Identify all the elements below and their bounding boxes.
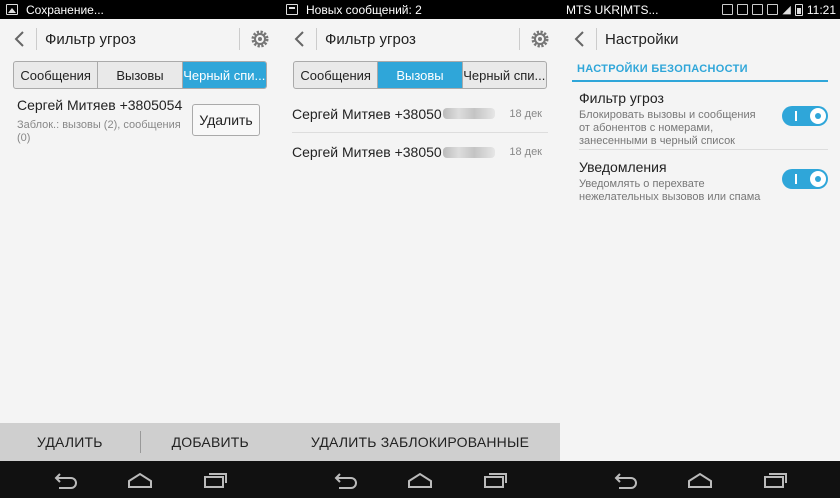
delete-all-button[interactable]: УДАЛИТЬ — [0, 434, 140, 450]
gear-icon[interactable] — [520, 19, 560, 59]
tab-calls[interactable]: Вызовы — [98, 62, 183, 88]
bottom-action-bar: УДАЛИТЬ ЗАБЛОКИРОВАННЫЕ — [280, 423, 560, 461]
tab-blacklist[interactable]: Черный спи... — [182, 62, 266, 88]
tab-calls[interactable]: Вызовы — [378, 62, 463, 88]
threat-filter-toggle[interactable] — [782, 106, 828, 126]
status-text: Сохранение... — [26, 2, 104, 17]
nav-back-icon[interactable] — [608, 468, 642, 492]
mail-icon — [752, 4, 764, 15]
redacted-number — [442, 108, 495, 119]
contact-name: Сергей Митяев +38050 — [292, 105, 442, 122]
divider — [316, 28, 317, 50]
nav-recents-icon[interactable] — [478, 468, 512, 492]
list-item[interactable]: Сергей Митяев +38050543 Заблок.: вызовы … — [17, 94, 266, 150]
setting-notifications[interactable]: Уведомления Уведомлять о перехвате нежел… — [579, 157, 828, 213]
delete-button[interactable]: Удалить — [192, 104, 260, 136]
status-bar: Сохранение... — [0, 0, 280, 19]
setting-title: Фильтр угроз — [579, 90, 664, 106]
status-text: Новых сообщений: 2 — [306, 2, 422, 17]
message-icon — [286, 4, 298, 15]
list-item[interactable]: Сергей Митяев +38050 18 дек — [292, 95, 548, 133]
blocked-summary: Заблок.: вызовы (2), сообщения (0) — [17, 119, 181, 144]
settings-screen: MTS UKR|MTS... ◢ 11:21 Настройки НАСТРОЙ… — [560, 0, 840, 498]
carrier-text: MTS UKR|MTS... — [566, 2, 659, 17]
nav-home-icon[interactable] — [123, 468, 157, 492]
nav-bar — [0, 461, 280, 498]
nav-back-icon[interactable] — [328, 468, 362, 492]
tab-blacklist[interactable]: Черный спи... — [463, 62, 546, 88]
action-bar: Настройки — [560, 19, 840, 59]
delete-blocked-button[interactable]: УДАЛИТЬ ЗАБЛОКИРОВАННЫЕ — [280, 434, 560, 450]
notifications-toggle[interactable] — [782, 169, 828, 189]
contact-name: Сергей Митяев +38050 — [292, 144, 442, 160]
tab-bar: Сообщения Вызовы Черный спи... — [293, 61, 547, 89]
list-item[interactable]: Сергей Митяев +38050 18 дек — [292, 133, 548, 171]
divider — [36, 28, 37, 50]
blacklist-screen: Сохранение... Фильтр угроз Сообщения Выз… — [0, 0, 280, 498]
nav-bar — [280, 461, 560, 498]
status-icons: ◢ 11:21 — [722, 0, 836, 19]
calls-screen: Новых сообщений: 2 Фильтр угроз Сообщени… — [280, 0, 560, 498]
gear-icon[interactable] — [240, 19, 280, 59]
setting-threat-filter[interactable]: Фильтр угроз Блокировать вызовы и сообще… — [579, 88, 828, 150]
divider — [596, 28, 597, 50]
back-icon[interactable] — [286, 19, 312, 59]
tab-messages[interactable]: Сообщения — [14, 62, 99, 88]
bottom-action-bar: УДАЛИТЬ ДОБАВИТЬ — [0, 423, 280, 461]
image-icon — [722, 4, 734, 15]
nav-bar — [560, 461, 840, 498]
status-bar: Новых сообщений: 2 — [280, 0, 560, 19]
contact-name: Сергей Митяев +38050543 — [17, 97, 183, 113]
nav-home-icon[interactable] — [403, 468, 437, 492]
nav-home-icon[interactable] — [683, 468, 717, 492]
back-icon[interactable] — [566, 19, 592, 59]
action-bar: Фильтр угроз — [0, 19, 280, 59]
wifi-icon: ◢ — [782, 4, 791, 16]
section-header: НАСТРОЙКИ БЕЗОПАСНОСТИ — [577, 63, 748, 75]
nav-back-icon[interactable] — [48, 468, 82, 492]
image-icon — [6, 4, 18, 15]
nav-recents-icon[interactable] — [758, 468, 792, 492]
redacted-number — [442, 146, 495, 158]
tab-messages[interactable]: Сообщения — [294, 62, 379, 88]
call-date: 18 дек — [509, 107, 542, 120]
call-date: 18 дек — [509, 146, 542, 158]
action-bar: Фильтр угроз — [280, 19, 560, 59]
nav-recents-icon[interactable] — [198, 468, 232, 492]
status-bar: MTS UKR|MTS... ◢ 11:21 — [560, 0, 840, 19]
setting-description: Уведомлять о перехвате нежелательных выз… — [579, 178, 761, 203]
add-button[interactable]: ДОБАВИТЬ — [141, 434, 281, 450]
tab-bar: Сообщения Вызовы Черный спи... — [13, 61, 267, 89]
back-icon[interactable] — [6, 19, 32, 59]
message-icon — [737, 4, 749, 15]
clock: 11:21 — [806, 2, 836, 17]
setting-description: Блокировать вызовы и сообщения от абонен… — [579, 109, 756, 147]
sync-icon — [767, 4, 779, 15]
page-title: Фильтр угроз — [325, 30, 416, 48]
section-divider — [572, 80, 828, 82]
page-title: Настройки — [605, 30, 679, 48]
page-title: Фильтр угроз — [45, 30, 136, 48]
battery-icon — [794, 3, 803, 16]
